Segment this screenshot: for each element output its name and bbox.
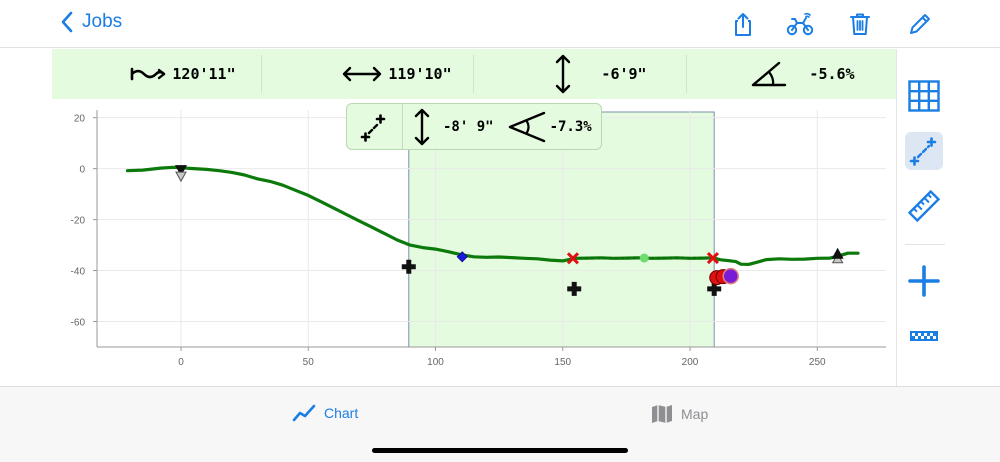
horizontal-distance-value: 119'10" xyxy=(388,65,452,83)
share-button[interactable] xyxy=(729,10,757,38)
ruler-icon xyxy=(908,190,940,222)
back-button[interactable]: Jobs xyxy=(60,10,122,34)
tab-map-label: Map xyxy=(681,406,709,422)
ride-mode-button[interactable] xyxy=(786,10,814,38)
segment-measure-icon xyxy=(909,137,937,166)
x-tick-label: 0 xyxy=(178,357,184,368)
top-navigation-bar: Jobs xyxy=(0,0,1000,48)
midpoint-marker xyxy=(639,253,649,263)
checker-strip-button[interactable] xyxy=(905,317,943,355)
slope-stat: -5.6% xyxy=(732,49,872,99)
horizontal-arrows-icon xyxy=(343,66,382,82)
segment-popover: -8' 9" -7.3% xyxy=(346,103,602,150)
line-chart-icon xyxy=(292,404,316,422)
wavy-distance-icon xyxy=(131,67,166,81)
dirt-bike-icon xyxy=(786,12,814,36)
segment-vertical-value: -8' 9" xyxy=(443,118,494,135)
x-tick-label: 200 xyxy=(682,357,699,368)
right-toolbar xyxy=(896,49,1000,386)
share-icon xyxy=(735,13,751,36)
angle-icon xyxy=(752,61,787,87)
chevron-left-icon xyxy=(61,11,73,33)
vertical-change-value: -6'9" xyxy=(601,65,647,83)
start-marker-shadow xyxy=(175,171,187,183)
y-tick-label: -60 xyxy=(71,318,86,329)
add-icon xyxy=(908,265,940,297)
home-indicator xyxy=(372,448,628,453)
x-tick-label: 250 xyxy=(809,357,826,368)
tab-chart-label: Chart xyxy=(324,405,359,421)
angle-icon xyxy=(508,111,545,142)
point-marker-purple xyxy=(722,267,739,285)
stats-bar: 120'11" 119'10" -6'9" -5.6% xyxy=(52,49,896,99)
horizontal-distance-stat: 119'10" xyxy=(306,49,486,99)
grid-button[interactable] xyxy=(905,77,943,115)
vertical-arrows-icon xyxy=(556,54,571,94)
back-label: Jobs xyxy=(82,11,123,32)
x-tick-label: 50 xyxy=(303,357,315,368)
grid-icon xyxy=(908,80,940,112)
edit-button[interactable] xyxy=(906,10,934,38)
pencil-icon xyxy=(910,14,930,34)
ruler-button[interactable] xyxy=(905,187,943,225)
vertical-change-stat: -6'9" xyxy=(530,49,670,99)
checker-strip-icon xyxy=(910,331,938,341)
y-tick-label: -20 xyxy=(71,216,86,227)
slope-value: -5.6% xyxy=(809,65,855,83)
segment-slope-value: -7.3% xyxy=(549,118,592,135)
x-tick-label: 100 xyxy=(427,357,444,368)
end-marker-triangle xyxy=(831,247,844,259)
delete-button[interactable] xyxy=(846,10,874,38)
tab-map[interactable]: Map xyxy=(651,404,708,424)
y-tick-label: 0 xyxy=(79,165,85,176)
x-tick-label: 150 xyxy=(554,357,571,368)
y-tick-label: -40 xyxy=(71,267,86,278)
segment-measure-icon xyxy=(360,113,385,142)
add-point-button[interactable] xyxy=(905,262,943,300)
tab-chart[interactable]: Chart xyxy=(292,404,358,422)
segment-tool-button[interactable] xyxy=(347,104,403,149)
map-icon xyxy=(652,405,672,423)
path-length-stat: 120'11" xyxy=(92,49,272,99)
path-length-value: 120'11" xyxy=(172,65,236,83)
segment-measure-button[interactable] xyxy=(905,132,943,170)
trash-icon xyxy=(850,13,870,35)
vertical-arrows-icon xyxy=(414,108,430,145)
y-tick-label: 20 xyxy=(74,114,86,125)
